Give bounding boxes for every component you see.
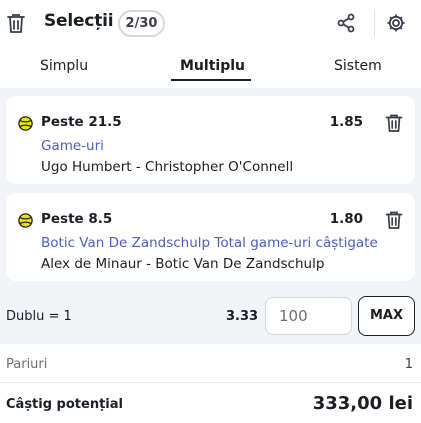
bets-count-row: Pariuri 1: [0, 344, 421, 382]
max-stake-button[interactable]: MAX: [358, 296, 415, 336]
gear-icon[interactable]: [386, 13, 406, 33]
tennis-ball-icon: [18, 116, 33, 131]
bets-count: 1: [404, 357, 413, 372]
active-tab-indicator: [171, 79, 251, 81]
selection-market: Peste 21.5: [41, 114, 122, 130]
trash-icon[interactable]: [385, 210, 403, 230]
tab-sistem[interactable]: Sistem: [334, 58, 382, 74]
betslip-header: Selecții 2/30: [0, 0, 421, 46]
potential-win-label: Câștig potențial: [6, 397, 123, 412]
potential-win-row: Câștig potențial 333,00 lei: [0, 382, 421, 423]
selection-odds: 1.85: [329, 114, 363, 130]
selection-bet-type-link[interactable]: Game-uri: [41, 138, 104, 154]
tennis-ball-icon: [18, 213, 33, 228]
trash-icon[interactable]: [385, 113, 403, 133]
tab-simplu[interactable]: Simplu: [40, 58, 88, 74]
selection-market: Peste 8.5: [41, 211, 113, 227]
total-odds: 3.33: [226, 309, 259, 324]
selection-card: Peste 8.5 1.80 Botic Van De Zandschulp T…: [6, 193, 415, 281]
selection-count-badge: 2/30: [118, 10, 165, 37]
share-icon[interactable]: [336, 13, 356, 33]
stake-amount-input[interactable]: [265, 297, 352, 335]
selection-bet-type-link[interactable]: Botic Van De Zandschulp Total game-uri c…: [41, 235, 378, 251]
trash-icon[interactable]: [6, 12, 26, 34]
potential-win-value: 333,00 lei: [312, 393, 413, 414]
header-divider: [374, 9, 375, 37]
stake-row: Dublu = 1 3.33 MAX: [0, 290, 421, 340]
page-title: Selecții: [44, 11, 114, 31]
selection-event: Alex de Minaur - Botic Van De Zandschulp: [41, 256, 325, 272]
selection-card: Peste 21.5 1.85 Game-uri Ugo Humbert - C…: [6, 96, 415, 184]
tab-multiplu[interactable]: Multiplu: [180, 58, 245, 74]
stake-combination-label: Dublu = 1: [6, 309, 72, 324]
bet-type-tabs: Simplu Multiplu Sistem: [0, 46, 421, 88]
selection-event: Ugo Humbert - Christopher O'Connell: [41, 159, 294, 175]
selection-odds: 1.80: [329, 211, 363, 227]
bets-label: Pariuri: [6, 357, 48, 372]
